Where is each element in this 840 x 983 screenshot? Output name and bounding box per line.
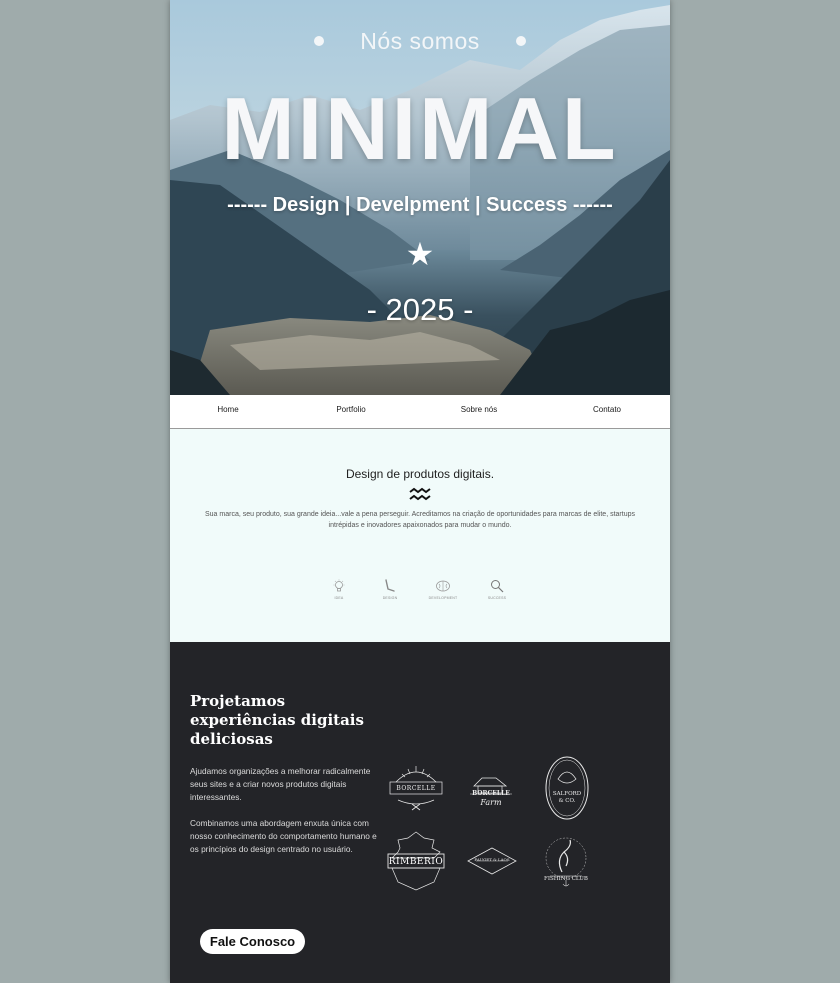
hero-tagline: ------ Design | Develpment | Success ---…: [227, 194, 613, 216]
hero-banner: Nós somos MINIMAL ------ Design | Develp…: [170, 0, 670, 395]
intro-body: Sua marca, seu produto, sua grande ideia…: [205, 511, 635, 529]
aquarius-icon: [409, 487, 431, 501]
logo-fauget-laos: FAUGET & LAOS: [466, 846, 518, 881]
logo-name: BORCELLE: [472, 790, 510, 797]
logo-name: BORCELLE: [396, 785, 436, 792]
hero-year: - 2025 -: [366, 292, 474, 327]
nav-item-sobre-nos[interactable]: Sobre nós: [461, 405, 497, 414]
salford-oval-emblem-icon: [545, 756, 589, 820]
logo-name: FAUGET & LAOS: [474, 857, 510, 862]
feature-label: DEVELOPMENT: [428, 596, 458, 600]
brain-icon: [436, 580, 450, 592]
feature-label: SUCCESS: [487, 596, 507, 600]
about-paragraph-1: Ajudamos organizações a melhorar radical…: [190, 766, 371, 802]
pen-icon: [385, 579, 395, 592]
contact-button[interactable]: Fale Conosco: [200, 929, 305, 954]
nav-item-contato[interactable]: Contato: [593, 405, 621, 414]
bullet-dot-icon: [314, 35, 325, 46]
logo-sub: & CO.: [558, 798, 576, 804]
about-section: Projetamos experiências digitais delicio…: [170, 642, 670, 983]
nav-item-home[interactable]: Home: [217, 405, 238, 414]
feature-development: DEVELOPMENT: [423, 579, 463, 600]
logo-name: SALFORD: [552, 791, 582, 797]
lightbulb-icon: [333, 579, 345, 592]
logo-rimberio: RIMBERIO: [384, 830, 448, 897]
feature-label: IDEA: [334, 596, 344, 600]
magnifier-icon: [491, 580, 504, 593]
intro-section: Design de produtos digitais. Sua marca, …: [170, 429, 670, 642]
about-heading: Projetamos experiências digitais delicio…: [190, 692, 364, 748]
logo-sub: Farm: [480, 798, 502, 807]
hero-title: MINIMAL: [221, 79, 619, 178]
intro-heading: Design de produtos digitais.: [345, 467, 495, 481]
logo-salford: SALFORD & CO.: [544, 755, 590, 826]
page: Nós somos MINIMAL ------ Design | Develp…: [170, 0, 670, 983]
feature-label: DESIGN: [382, 596, 398, 600]
feature-idea: IDEA: [319, 579, 359, 600]
nav-item-portfolio[interactable]: Portfolio: [336, 405, 365, 414]
hero-eyebrow: Nós somos: [170, 28, 670, 55]
star-icon: ★: [405, 236, 435, 272]
feature-success: SUCCESS: [477, 579, 517, 600]
bullet-dot-icon: [515, 35, 526, 46]
logo-name: FISHING CLUB: [544, 876, 588, 882]
hero-eyebrow-text: Nós somos: [360, 28, 480, 54]
feature-design: DESIGN: [370, 579, 410, 600]
logo-name: RIMBERIO: [388, 857, 444, 867]
logo-fishing-club: FISHING CLUB: [542, 836, 590, 893]
logo-borcelle: BORCELLE: [384, 760, 448, 817]
main-navigation: Home Portfolio Sobre nós Contato: [170, 395, 670, 429]
logo-borcelle-farm: BORCELLE Farm: [466, 768, 516, 817]
about-paragraph-2: Combinamos uma abordagem enxuta única co…: [190, 818, 377, 854]
